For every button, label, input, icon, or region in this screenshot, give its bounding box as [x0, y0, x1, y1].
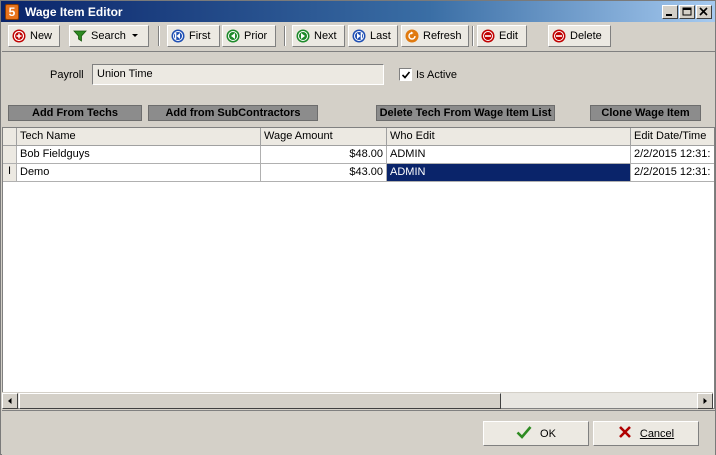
- new-button[interactable]: New: [8, 25, 60, 47]
- is-active-group[interactable]: Is Active: [399, 68, 457, 81]
- first-button[interactable]: First: [167, 25, 220, 47]
- horizontal-scrollbar[interactable]: [2, 392, 713, 409]
- delete-button[interactable]: Delete: [548, 25, 611, 47]
- cancel-x-icon: [618, 425, 632, 442]
- edit-icon: [481, 29, 495, 43]
- edit-button[interactable]: Edit: [477, 25, 527, 47]
- scroll-right-icon[interactable]: [697, 393, 713, 409]
- refresh-label: Refresh: [423, 30, 462, 42]
- window-controls: [662, 4, 712, 19]
- clone-wage-item-button[interactable]: Clone Wage Item: [590, 105, 701, 121]
- row-indicator[interactable]: [3, 146, 17, 164]
- checkmark-icon: [516, 425, 532, 442]
- next-record-icon: [296, 29, 310, 43]
- column-header-who-edit[interactable]: Who Edit: [387, 128, 631, 146]
- cell-who-edit[interactable]: ADMIN: [387, 146, 631, 164]
- is-active-label: Is Active: [416, 68, 457, 81]
- cell-wage-amount[interactable]: $48.00: [261, 146, 387, 164]
- prior-label: Prior: [244, 30, 268, 42]
- ok-label: OK: [540, 427, 556, 440]
- cancel-button[interactable]: Cancel: [593, 421, 699, 446]
- search-button[interactable]: Search: [69, 25, 149, 47]
- wage-grid[interactable]: Tech Name Wage Amount Who Edit Edit Date…: [2, 127, 715, 409]
- cell-who-edit[interactable]: ADMIN: [387, 164, 631, 182]
- is-active-checkbox[interactable]: [399, 68, 412, 81]
- ok-button[interactable]: OK: [483, 421, 589, 446]
- last-record-icon: [352, 29, 366, 43]
- minimize-icon[interactable]: [662, 4, 678, 19]
- filter-funnel-icon: [73, 29, 87, 43]
- cell-edit-datetime[interactable]: 2/2/2015 12:31:: [631, 146, 714, 164]
- window-title: Wage Item Editor: [25, 4, 123, 19]
- refresh-button[interactable]: Refresh: [401, 25, 469, 47]
- table-row[interactable]: Bob Fieldguys $48.00 ADMIN 2/2/2015 12:3…: [3, 146, 714, 164]
- cell-tech-name[interactable]: Bob Fieldguys: [17, 146, 261, 164]
- table-row[interactable]: I Demo $43.00 ADMIN 2/2/2015 12:31:: [3, 164, 714, 182]
- grid-header: Tech Name Wage Amount Who Edit Edit Date…: [3, 128, 714, 146]
- close-icon[interactable]: [696, 4, 712, 19]
- new-icon: [12, 29, 26, 43]
- action-bar: Add From Techs Add from SubContractors D…: [2, 102, 715, 124]
- column-header-tech-name[interactable]: Tech Name: [17, 128, 261, 146]
- next-label: Next: [314, 30, 337, 42]
- first-label: First: [189, 30, 211, 42]
- delete-icon: [552, 29, 566, 43]
- cell-edit-datetime[interactable]: 2/2/2015 12:31:: [631, 164, 714, 182]
- title-bar[interactable]: 5 Wage Item Editor: [1, 1, 715, 22]
- row-indicator-header: [3, 128, 17, 146]
- toolbar-separator: [472, 26, 474, 46]
- wage-item-editor-window: 5 Wage Item Editor New Search First Prio…: [0, 0, 716, 455]
- scrollbar-thumb[interactable]: [19, 393, 501, 409]
- chevron-down-icon[interactable]: [130, 30, 140, 42]
- last-label: Last: [370, 30, 391, 42]
- row-indicator[interactable]: I: [3, 164, 17, 182]
- new-label: New: [30, 30, 53, 42]
- scroll-left-icon[interactable]: [2, 393, 18, 409]
- maximize-icon[interactable]: [679, 4, 695, 19]
- last-button[interactable]: Last: [348, 25, 398, 47]
- column-header-edit-datetime[interactable]: Edit Date/Time: [631, 128, 714, 146]
- toolbar-separator: [158, 26, 160, 46]
- payroll-panel: Payroll Union Time Is Active: [2, 51, 715, 101]
- prior-record-icon: [226, 29, 240, 43]
- payroll-label: Payroll: [50, 69, 84, 81]
- toolbar-separator: [284, 26, 286, 46]
- checkmark-icon: [401, 70, 410, 79]
- payroll-field[interactable]: Union Time: [92, 64, 384, 85]
- refresh-icon: [405, 29, 419, 43]
- cell-wage-amount[interactable]: $43.00: [261, 164, 387, 182]
- edit-label: Edit: [499, 30, 518, 42]
- add-from-subcontractors-button[interactable]: Add from SubContractors: [148, 105, 318, 121]
- cell-tech-name[interactable]: Demo: [17, 164, 261, 182]
- delete-tech-button[interactable]: Delete Tech From Wage Item List: [376, 105, 555, 121]
- toolbar: New Search First Prior Next Last Refresh…: [2, 23, 715, 49]
- next-button[interactable]: Next: [292, 25, 345, 47]
- dialog-footer: OK Cancel: [2, 410, 715, 455]
- cancel-label: Cancel: [639, 427, 675, 440]
- delete-label: Delete: [570, 30, 602, 42]
- add-from-techs-button[interactable]: Add From Techs: [8, 105, 142, 121]
- search-label: Search: [91, 30, 126, 42]
- app-logo-icon: 5: [5, 3, 19, 20]
- prior-button[interactable]: Prior: [222, 25, 276, 47]
- column-header-wage-amount[interactable]: Wage Amount: [261, 128, 387, 146]
- first-record-icon: [171, 29, 185, 43]
